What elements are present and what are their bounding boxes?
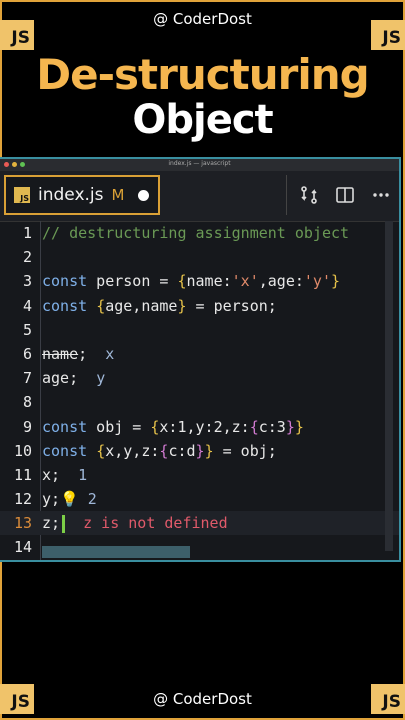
horizontal-scrollbar[interactable] <box>42 546 190 558</box>
code-line-1: 1// destructuring assignment object <box>22 224 350 242</box>
lightbulb-icon[interactable]: 💡 <box>60 490 79 508</box>
unsaved-dot-icon[interactable] <box>138 189 150 201</box>
vertical-scrollbar[interactable] <box>385 221 393 551</box>
text-cursor <box>62 514 66 533</box>
code-editor-window: index.js — javascript JS index.js M 1// … <box>0 157 401 562</box>
js-file-icon: JS <box>14 187 30 203</box>
divider <box>286 175 287 215</box>
code-line-4: 4 const {age,name} = person; <box>22 296 277 315</box>
tab-bar: JS index.js M <box>0 171 399 222</box>
code-line-11: 11 x; 1 <box>13 465 88 484</box>
compare-changes-icon[interactable] <box>291 175 327 215</box>
code-area[interactable]: 1// destructuring assignment object 2 3c… <box>0 221 399 560</box>
title-line-2: Object <box>132 97 273 143</box>
code-line-6: 6 name; x <box>22 344 115 363</box>
code-line-2: 2 <box>22 248 32 267</box>
tab-modified-status: M <box>111 186 125 204</box>
code-line-13: 13 z; z is not defined <box>0 511 399 536</box>
brand-top: @ CoderDost <box>153 10 252 28</box>
code-line-5: 5 <box>22 320 32 339</box>
window-title: index.js — javascript <box>168 160 231 167</box>
split-editor-icon[interactable] <box>327 175 363 215</box>
code-line-9: 9 const obj = {x:1,y:2,z:{c:3}} <box>22 417 304 436</box>
title-line-1: De-structuring <box>36 50 369 99</box>
tab-filename: index.js <box>38 185 104 205</box>
code-line-8: 8 <box>22 393 32 412</box>
brand-bottom: @ CoderDost <box>153 690 252 708</box>
tab-index-js[interactable]: JS index.js M <box>4 175 160 215</box>
error-message: z is not defined <box>83 514 228 533</box>
code-line-7: 7 age; y <box>22 369 106 388</box>
code-line-3: 3 const person = {name:'x',age:'y'} <box>22 272 341 291</box>
more-icon[interactable] <box>363 175 399 215</box>
code-line-12: 12 y;💡 2 <box>13 490 97 509</box>
code-line-10: 10 const {x,y,z:{c:d}} = obj; <box>13 441 277 460</box>
window-titlebar: index.js — javascript <box>0 159 399 171</box>
